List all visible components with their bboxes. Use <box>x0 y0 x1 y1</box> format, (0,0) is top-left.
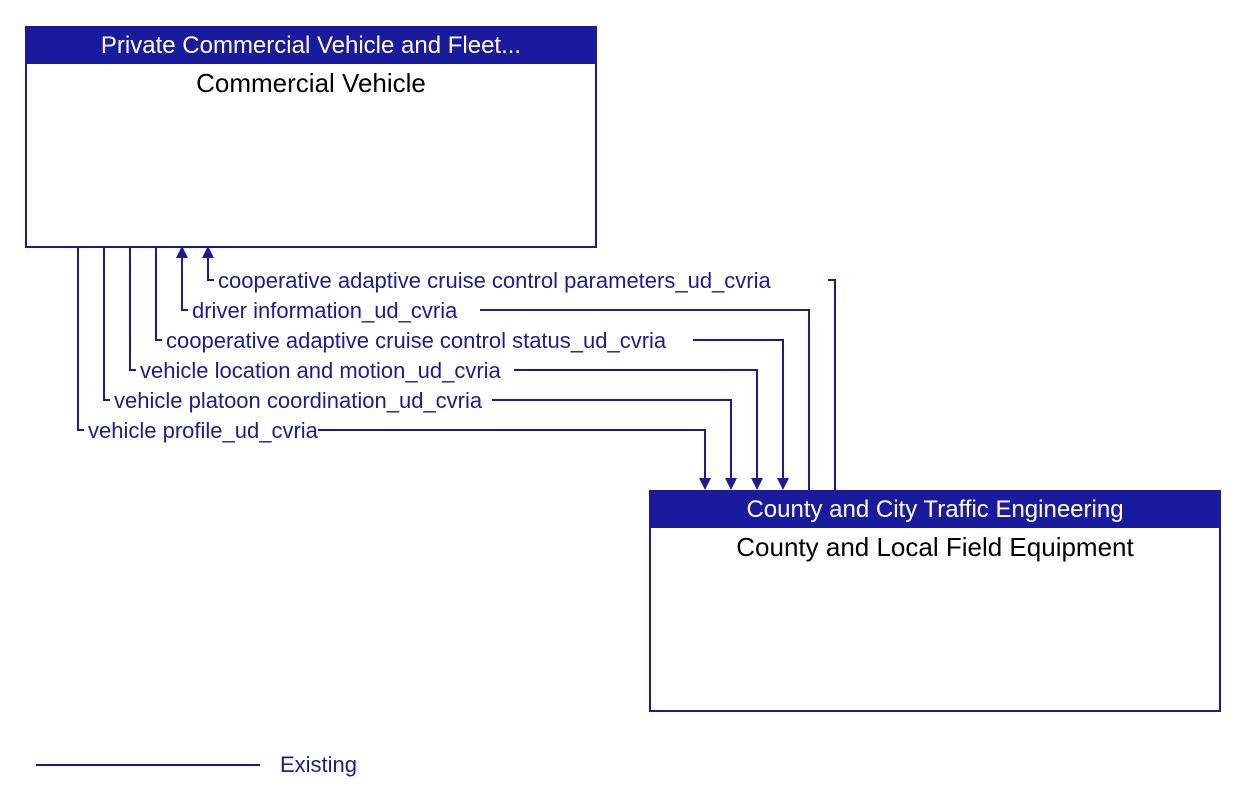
flow-label: cooperative adaptive cruise control stat… <box>166 328 666 354</box>
source-entity-body: Commercial Vehicle <box>27 64 595 103</box>
flow-label: vehicle profile_ud_cvria <box>88 418 318 444</box>
source-entity-header: Private Commercial Vehicle and Fleet... <box>27 28 595 64</box>
target-entity-body: County and Local Field Equipment <box>651 528 1219 567</box>
flow-label: vehicle platoon coordination_ud_cvria <box>114 388 482 414</box>
target-entity-box: County and City Traffic Engineering Coun… <box>649 490 1221 712</box>
legend-existing-line <box>36 764 260 766</box>
flow-label: vehicle location and motion_ud_cvria <box>140 358 501 384</box>
flow-label: driver information_ud_cvria <box>192 298 457 324</box>
flow-label: cooperative adaptive cruise control para… <box>218 268 771 294</box>
source-entity-box: Private Commercial Vehicle and Fleet... … <box>25 26 597 248</box>
legend-existing-label: Existing <box>280 752 357 778</box>
target-entity-header: County and City Traffic Engineering <box>651 492 1219 528</box>
